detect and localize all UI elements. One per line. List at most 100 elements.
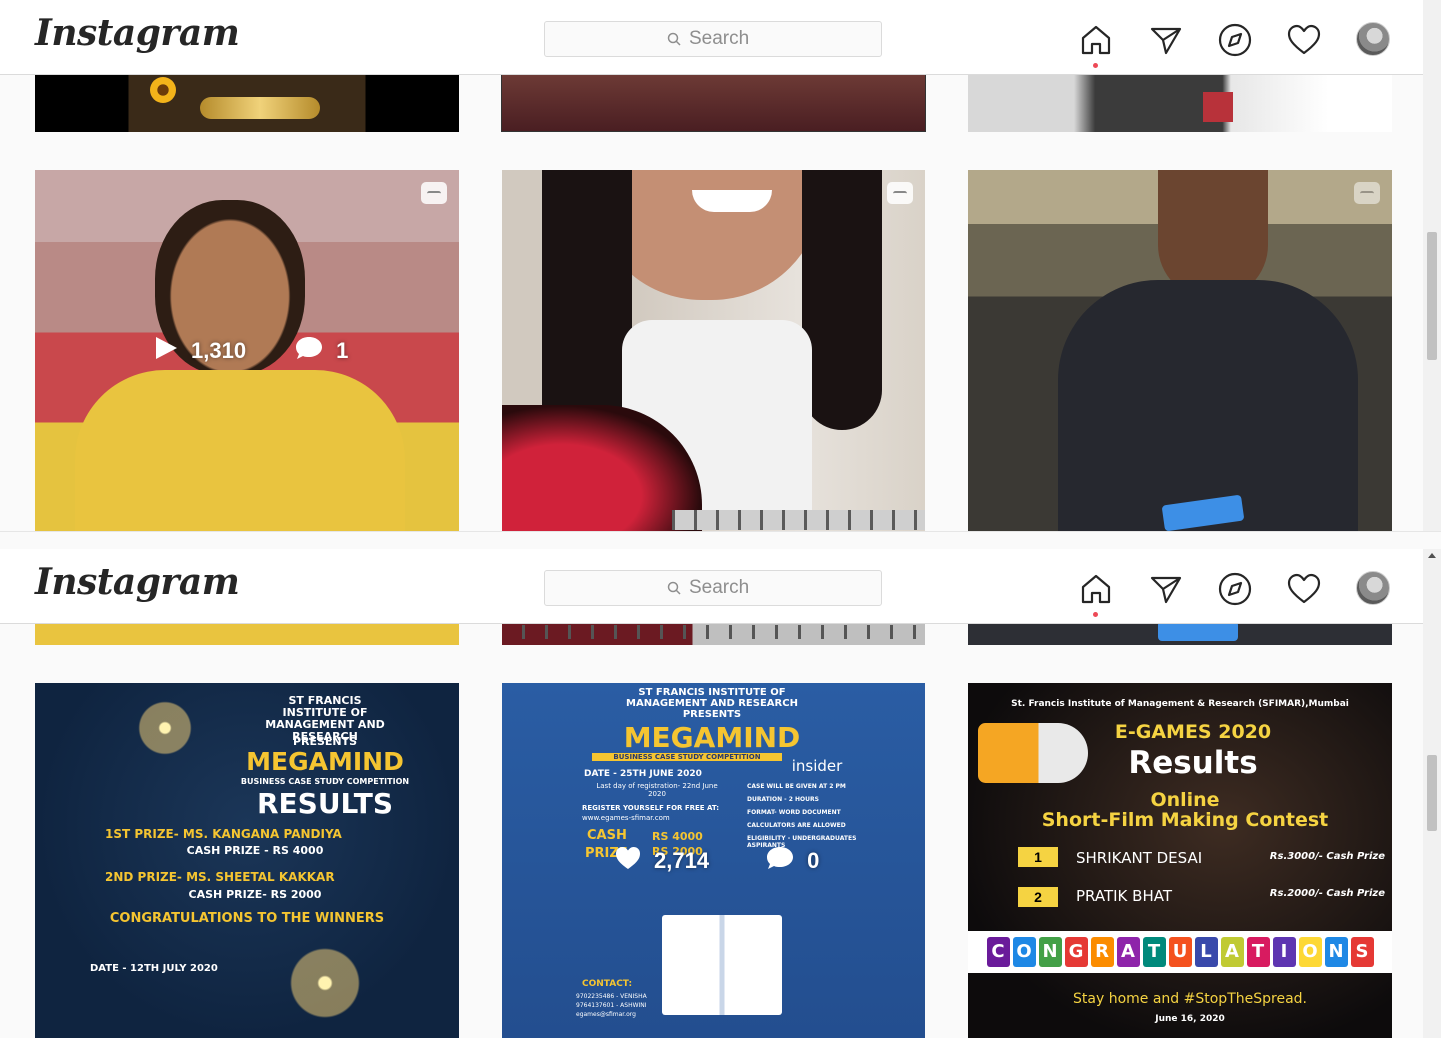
results-heading: Results	[1128, 745, 1258, 781]
banner-letter: S	[1350, 937, 1374, 967]
search-input[interactable]	[689, 28, 759, 50]
register-label: REGISTER YOURSELF FOR FREE AT:	[582, 804, 720, 812]
post-tile-prev-2[interactable]	[501, 72, 926, 132]
rank-badge: 2	[1018, 887, 1058, 907]
hair-right	[802, 170, 882, 430]
profile-avatar[interactable]	[1356, 571, 1390, 605]
contact-line: 9702235486 - VENISHA	[576, 993, 647, 1000]
red-garment	[1203, 92, 1233, 122]
megamind-results-post[interactable]: ST FRANCIS INSTITUTE OF MANAGEMENT AND R…	[35, 683, 459, 1038]
org-name: St. Francis Institute of Management & Re…	[1011, 699, 1349, 709]
home-icon[interactable]	[1078, 571, 1114, 617]
banner-letter: R	[1090, 937, 1114, 967]
banner-letter: U	[1168, 937, 1192, 967]
comment-count: 1	[336, 338, 349, 363]
direct-icon[interactable]	[1148, 22, 1184, 58]
presents-label: PRESENTS	[682, 709, 742, 720]
play-icon	[153, 335, 179, 367]
last-day: Last day of registration- 22nd June 2020	[596, 782, 718, 798]
results-heading: RESULTS	[256, 787, 394, 820]
screenshot-top-panel: 1,310 1 Instagram	[0, 0, 1441, 531]
profile-avatar[interactable]	[1356, 22, 1390, 56]
search-icon	[667, 581, 681, 595]
congratulations-banner: CONGRATULATIONS	[968, 931, 1392, 973]
cash-label: CASH	[587, 828, 627, 843]
guitar-neck	[672, 510, 925, 530]
scroll-up-arrow-icon[interactable]	[1428, 553, 1436, 558]
winner-name: SHRIKANT DESAI	[1076, 849, 1203, 867]
view-count: 1,310	[191, 338, 247, 363]
first-prize-cash: CASH PRIZE - RS 4000	[186, 844, 324, 857]
banner-letter: I	[1272, 937, 1296, 967]
competition-subtitle: BUSINESS CASE STUDY COMPETITION	[240, 777, 410, 786]
scrollbar[interactable]	[1423, 0, 1441, 531]
guitar-neck	[502, 625, 925, 639]
banner-letter: G	[1064, 937, 1088, 967]
firework-decoration	[245, 928, 405, 1038]
scrollbar-thumb[interactable]	[1427, 232, 1437, 360]
rule-item: DURATION - 2 HOURS	[747, 796, 819, 803]
search-box[interactable]	[544, 21, 882, 57]
first-prize: 1ST PRIZE- MS. KANGANA PANDIYA	[105, 827, 342, 841]
winner-prize: Rs.3000/- Cash Prize	[1269, 851, 1385, 862]
contact-line: egames@sfimar.org	[576, 1011, 636, 1018]
igtv-icon	[421, 182, 447, 204]
yellow-shirt	[75, 370, 405, 531]
megamind-title: MEGAMIND	[623, 721, 801, 754]
post-date: DATE - 12TH JULY 2020	[90, 963, 218, 974]
heart-icon	[614, 845, 642, 877]
rank-badge: 1	[1018, 847, 1058, 867]
stay-home-message: Stay home and #StopTheSpread.	[1073, 991, 1307, 1007]
explore-icon[interactable]	[1217, 571, 1253, 607]
active-indicator	[1093, 612, 1098, 617]
post-tile-prev-1[interactable]	[35, 72, 459, 132]
second-prize-cash: CASH PRIZE- RS 2000	[188, 888, 322, 901]
igtv-icon	[887, 182, 913, 204]
rules-list: CASE WILL BE GIVEN AT 2 PM DURATION - 2 …	[747, 783, 877, 849]
hover-stats: 2,714 0	[614, 845, 819, 877]
explore-icon[interactable]	[1217, 22, 1253, 58]
search-box[interactable]	[544, 570, 882, 606]
rule-item: FORMAT- WORD DOCUMENT	[747, 809, 841, 816]
instagram-logo[interactable]: Instagram	[35, 12, 240, 54]
instagram-logo[interactable]: Instagram	[35, 561, 240, 603]
banner-letter: T	[1142, 937, 1166, 967]
activity-icon[interactable]	[1286, 22, 1322, 58]
winner-prize: Rs.2000/- Cash Prize	[1269, 888, 1385, 899]
comment-icon	[765, 845, 795, 877]
post-tile-prev-1[interactable]	[35, 621, 459, 645]
banner-letter: C	[986, 937, 1010, 967]
banner-letter: N	[1038, 937, 1062, 967]
scrollbar[interactable]	[1423, 549, 1441, 1038]
igtv-icon	[1354, 182, 1380, 204]
megamind-announcement-post[interactable]: ST FRANCIS INSTITUTE OF MANAGEMENT AND R…	[502, 683, 925, 1038]
screenshot-bottom-panel: ST FRANCIS INSTITUTE OF MANAGEMENT AND R…	[0, 549, 1441, 1038]
comment-count: 0	[807, 848, 820, 873]
top-navbar: Instagram	[0, 0, 1423, 75]
first-prize-amount: RS 4000	[652, 830, 703, 843]
home-icon[interactable]	[1078, 22, 1114, 68]
video-tile-1[interactable]: 1,310 1	[35, 170, 459, 531]
post-tile-prev-3[interactable]	[968, 621, 1392, 645]
winner-name: PRATIK BHAT	[1076, 887, 1172, 905]
video-tile-3[interactable]	[968, 170, 1392, 531]
book-illustration	[662, 915, 782, 1015]
egames-results-post[interactable]: St. Francis Institute of Management & Re…	[968, 683, 1392, 1038]
org-name: ST FRANCIS INSTITUTE OF MANAGEMENT AND R…	[626, 687, 798, 709]
megaphone-icon	[978, 723, 1088, 783]
rule-item: CALCULATORS ARE ALLOWED	[747, 822, 846, 829]
screenshot-divider	[0, 531, 1441, 549]
banner-letter: A	[1116, 937, 1140, 967]
smile	[692, 190, 772, 212]
video-tile-2[interactable]	[502, 170, 925, 531]
congratulations-line: CONGRATULATIONS TO THE WINNERS	[109, 911, 385, 926]
activity-icon[interactable]	[1286, 571, 1322, 607]
direct-icon[interactable]	[1148, 571, 1184, 607]
post-tile-prev-2[interactable]	[502, 621, 925, 645]
search-input[interactable]	[689, 577, 759, 599]
hover-stats: 1,310 1	[153, 335, 348, 367]
register-url: www.egames-sfimar.com	[582, 814, 670, 822]
event-date: DATE - 25TH JUNE 2020	[584, 769, 702, 779]
post-tile-prev-3[interactable]	[968, 72, 1392, 132]
scrollbar-thumb[interactable]	[1427, 755, 1437, 831]
